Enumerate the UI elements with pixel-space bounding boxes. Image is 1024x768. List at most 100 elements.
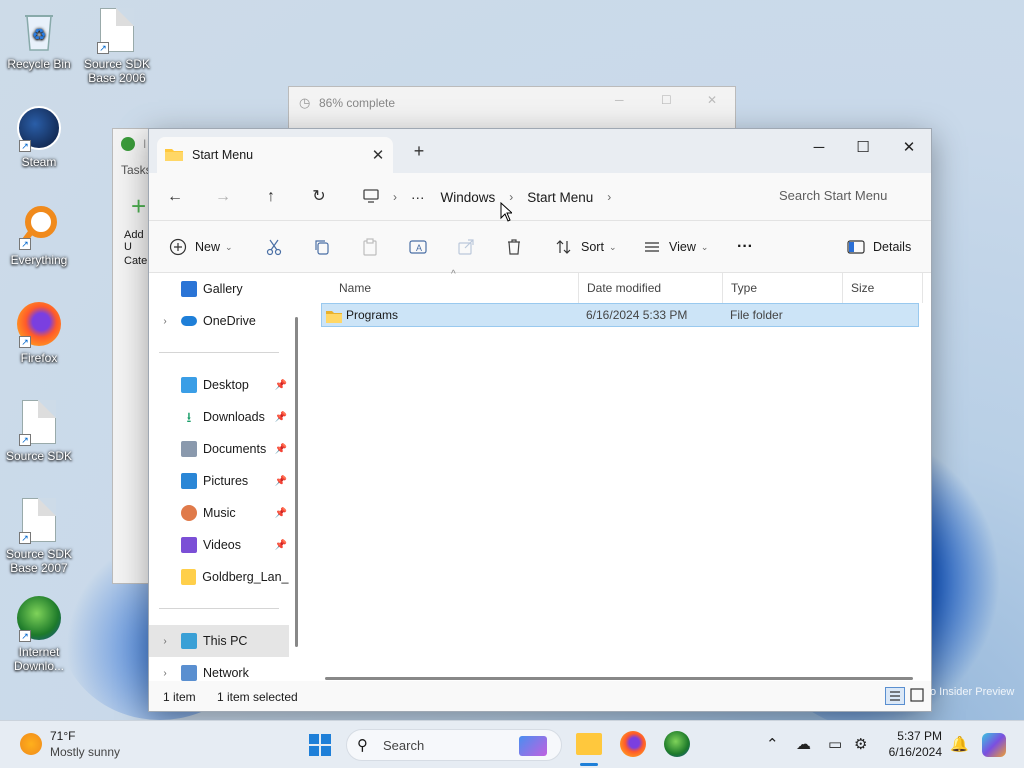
tab-start-menu[interactable]: Start Menu ✕ (157, 137, 393, 173)
desktop-icon-recycle-bin[interactable]: ♻ Recycle Bin (1, 8, 77, 71)
desktop-icon-everything[interactable]: ↗ Everything (1, 204, 77, 267)
back-button[interactable]: ← (161, 185, 189, 209)
details-pane-button[interactable]: Details (847, 235, 911, 259)
details-view-icon[interactable] (885, 687, 905, 705)
breadcrumb[interactable]: › ··· Windows › Start Menu › (355, 185, 617, 209)
pin-icon[interactable]: 📌 (275, 476, 287, 487)
file-list-scrollbar[interactable] (325, 677, 913, 680)
close-button[interactable]: ✕ (887, 133, 931, 163)
column-header-type[interactable]: Type (723, 273, 843, 303)
background-app-window[interactable]: I Tasks + Add U Cate (112, 128, 152, 584)
pin-icon[interactable]: 📌 (275, 412, 287, 423)
copilot-icon[interactable] (982, 733, 1006, 757)
table-row[interactable]: Programs 6/16/2024 5:33 PM File folder (321, 303, 919, 327)
maximize-icon[interactable]: ☐ (661, 93, 672, 107)
search-input[interactable]: Search Start Menu (769, 181, 927, 211)
breadcrumb-windows[interactable]: Windows (441, 190, 496, 205)
chevron-right-icon[interactable]: › (607, 190, 611, 204)
up-button[interactable]: ↑ (257, 185, 285, 209)
address-bar: ← → ↑ ↻ › ··· Windows › Start Menu › Sea… (149, 173, 931, 221)
close-tab-icon[interactable]: ✕ (363, 146, 393, 164)
file-date: 6/16/2024 5:33 PM (586, 308, 688, 322)
add-user-label: Add U (124, 229, 144, 253)
breadcrumb-overflow[interactable]: ··· (411, 190, 425, 205)
internet-download-manager-taskbar-icon[interactable] (664, 731, 690, 757)
firefox-taskbar-icon[interactable] (620, 731, 646, 757)
desktop-icon-source-sdk-2007[interactable]: ↗ Source SDK Base 2007 (1, 498, 77, 575)
pin-icon[interactable]: 📌 (275, 508, 287, 519)
chevron-right-icon[interactable]: › (393, 190, 397, 204)
sidebar-divider (159, 608, 279, 609)
sidebar-item-music[interactable]: Music 📌 (149, 497, 289, 529)
share-icon[interactable] (457, 235, 475, 259)
desktop-icon-internet-download-manager[interactable]: ↗ Internet Downlo... (1, 596, 77, 673)
taskbar-search[interactable]: ⚲ Search (346, 729, 562, 761)
more-options-button[interactable]: ··· (737, 235, 753, 259)
maximize-button[interactable]: ☐ (841, 133, 885, 163)
clock-time[interactable]: 5:37 PM (878, 729, 942, 743)
desktop-icon-firefox[interactable]: ↗ Firefox (1, 302, 77, 365)
pin-icon[interactable]: 📌 (275, 444, 287, 455)
minimize-button[interactable]: ─ (797, 133, 841, 163)
sidebar-item-onedrive[interactable]: › OneDrive (149, 305, 289, 337)
windows-start-icon[interactable] (308, 733, 332, 760)
sidebar-item-label: OneDrive (203, 314, 256, 328)
copy-icon[interactable] (313, 235, 331, 259)
paste-icon[interactable] (361, 235, 379, 259)
large-icons-view-icon[interactable] (909, 687, 925, 706)
cloud-offline-icon[interactable]: ☁ (796, 735, 811, 753)
sidebar-item-label: Network (203, 666, 249, 680)
column-header-size[interactable]: Size (843, 273, 923, 303)
search-icon: ⚲ (357, 737, 368, 754)
monitor-icon[interactable] (363, 188, 379, 206)
sidebar-item-downloads[interactable]: ⭳ Downloads 📌 (149, 401, 289, 433)
progress-dialog[interactable]: ◷ 86% complete ─ ☐ ✕ (288, 86, 736, 130)
sidebar-item-gallery[interactable]: Gallery (149, 273, 289, 305)
chevron-up-icon[interactable]: ⌃ (766, 735, 779, 753)
sidebar-item-this-pc[interactable]: › This PC (149, 625, 289, 657)
svg-text:♻: ♻ (32, 27, 46, 44)
desktop-icon-label: Recycle Bin (7, 57, 71, 71)
sun-weather-icon[interactable] (20, 733, 42, 755)
sidebar-item-goldberg-lan[interactable]: Goldberg_Lan_S (149, 561, 289, 593)
weather-desc[interactable]: Mostly sunny (50, 745, 120, 759)
minimize-icon[interactable]: ─ (615, 93, 624, 107)
sidebar-scrollbar[interactable] (295, 317, 298, 647)
file-explorer-window[interactable]: Start Menu ✕ + ─ ☐ ✕ ← → ↑ ↻ › ··· Windo… (148, 128, 932, 712)
pin-icon[interactable]: 📌 (275, 540, 287, 551)
desktop-icon-source-sdk-2006[interactable]: ↗ Source SDK Base 2006 (79, 8, 155, 85)
new-tab-button[interactable]: + (407, 141, 431, 162)
sort-button[interactable]: Sort ⌄ (555, 235, 616, 259)
refresh-button[interactable]: ↻ (305, 185, 333, 209)
tab-title: Start Menu (192, 148, 254, 162)
desktop-icon-source-sdk[interactable]: ↗ Source SDK (1, 400, 77, 463)
chevron-right-icon[interactable]: › (149, 668, 181, 679)
new-button[interactable]: New ⌄ (169, 235, 233, 259)
desktop-icon-steam[interactable]: ↗ Steam (1, 106, 77, 169)
sidebar-item-label: Music (203, 506, 236, 520)
sidebar-item-desktop[interactable]: Desktop 📌 (149, 369, 289, 401)
sidebar-item-documents[interactable]: Documents 📌 (149, 433, 289, 465)
clock-date[interactable]: 6/16/2024 (878, 745, 942, 759)
cut-icon[interactable] (265, 235, 283, 259)
view-button[interactable]: View ⌄ (643, 235, 708, 259)
clock-icon: ◷ (299, 95, 311, 110)
network-status-icon[interactable]: ⚙ (854, 735, 867, 753)
file-explorer-taskbar-icon[interactable] (576, 733, 602, 755)
sidebar-item-pictures[interactable]: Pictures 📌 (149, 465, 289, 497)
pin-icon[interactable]: 📌 (275, 380, 287, 391)
notification-bell-icon[interactable]: 🔔 (950, 735, 969, 753)
breadcrumb-start-menu[interactable]: Start Menu (527, 190, 593, 205)
rename-icon[interactable]: A (409, 235, 427, 259)
column-header-name[interactable]: Name (331, 273, 579, 303)
column-header-date[interactable]: Date modified (579, 273, 723, 303)
delete-icon[interactable] (505, 235, 523, 259)
add-user-icon[interactable]: + (131, 191, 146, 222)
forward-button[interactable]: → (209, 185, 237, 209)
chevron-right-icon[interactable]: › (149, 636, 181, 647)
chevron-right-icon[interactable]: › (149, 316, 181, 327)
weather-temp[interactable]: 71°F (50, 729, 75, 743)
sidebar-item-videos[interactable]: Videos 📌 (149, 529, 289, 561)
close-icon[interactable]: ✕ (707, 93, 717, 107)
display-icon[interactable]: ▭ (828, 735, 842, 753)
